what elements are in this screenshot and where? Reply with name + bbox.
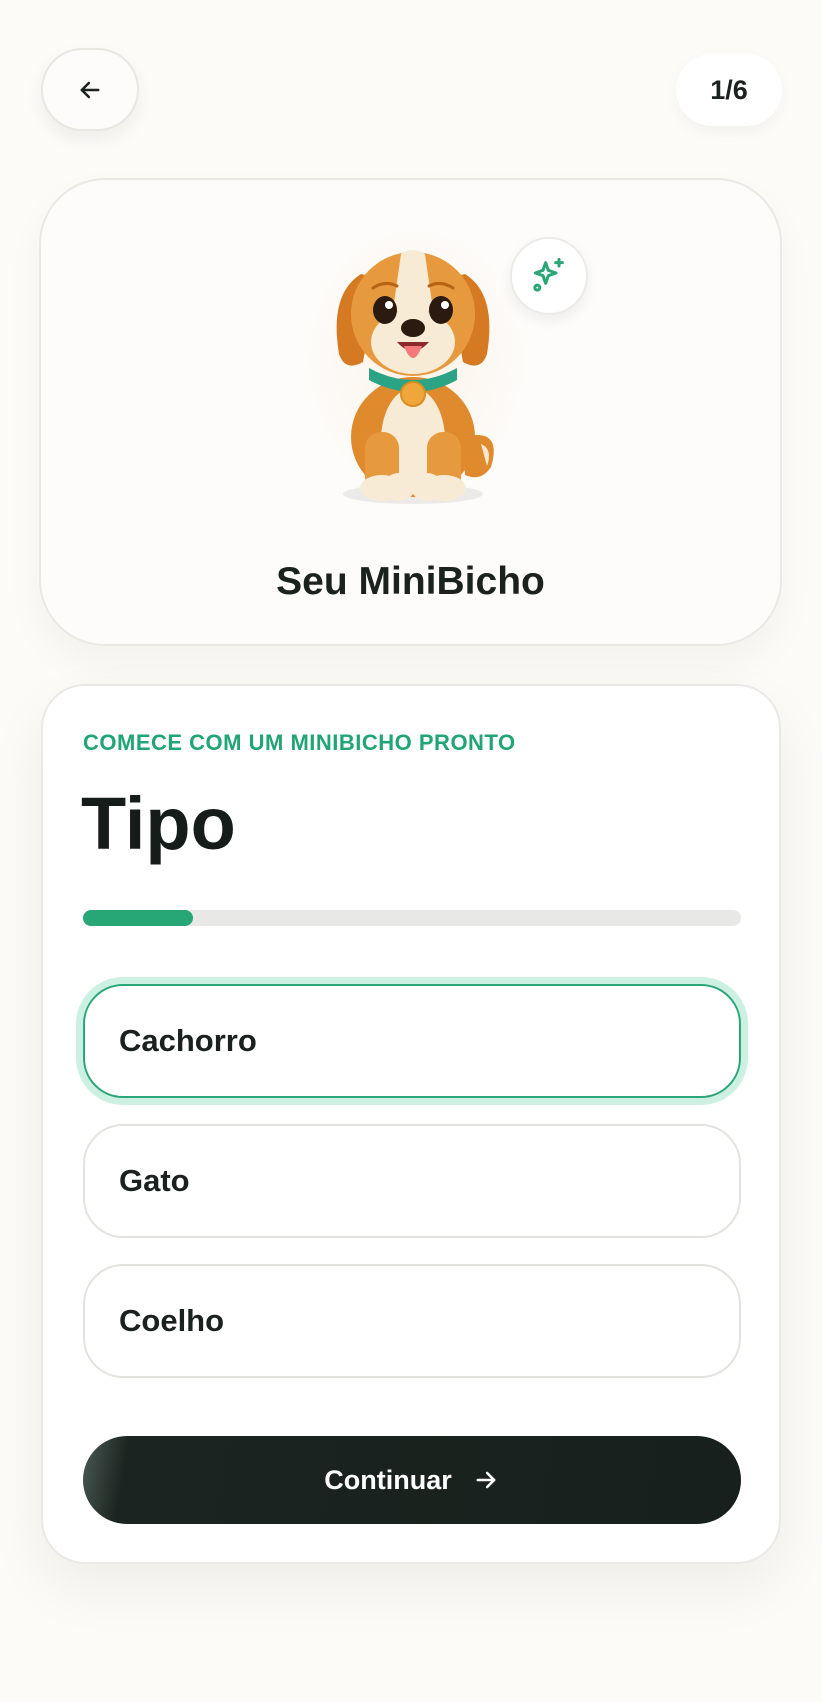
dog-illustration xyxy=(336,250,494,504)
step-counter: 1/6 xyxy=(676,54,782,126)
arrow-left-icon xyxy=(80,81,100,98)
continue-button[interactable]: Continuar xyxy=(83,1436,741,1524)
sparkles-icon xyxy=(533,257,564,292)
option-label: Cachorro xyxy=(119,1023,257,1058)
option-label: Coelho xyxy=(119,1303,225,1338)
progress-bar xyxy=(83,910,741,926)
arrow-right-icon xyxy=(476,1471,496,1489)
pet-preview-card: Seu MiniBicho xyxy=(39,178,782,646)
option-gato[interactable]: Gato xyxy=(83,1124,741,1238)
option-cachorro[interactable]: Cachorro xyxy=(83,984,741,1098)
back-button[interactable] xyxy=(41,48,139,131)
randomize-button[interactable] xyxy=(510,237,588,315)
onboarding-screen: 1/6 Seu MiniBicho COMECE COM UM MINIBICH… xyxy=(0,0,822,1702)
option-label: Gato xyxy=(119,1163,190,1198)
type-selection-card: COMECE COM UM MINIBICHO PRONTO Tipo Cach… xyxy=(41,684,781,1564)
option-coelho[interactable]: Coelho xyxy=(83,1264,741,1378)
page-title: Tipo xyxy=(81,782,236,865)
pet-name-title: Seu MiniBicho xyxy=(276,560,545,603)
section-eyebrow: COMECE COM UM MINIBICHO PRONTO xyxy=(83,730,516,755)
continue-label: Continuar xyxy=(324,1464,452,1495)
progress-fill xyxy=(83,910,193,926)
